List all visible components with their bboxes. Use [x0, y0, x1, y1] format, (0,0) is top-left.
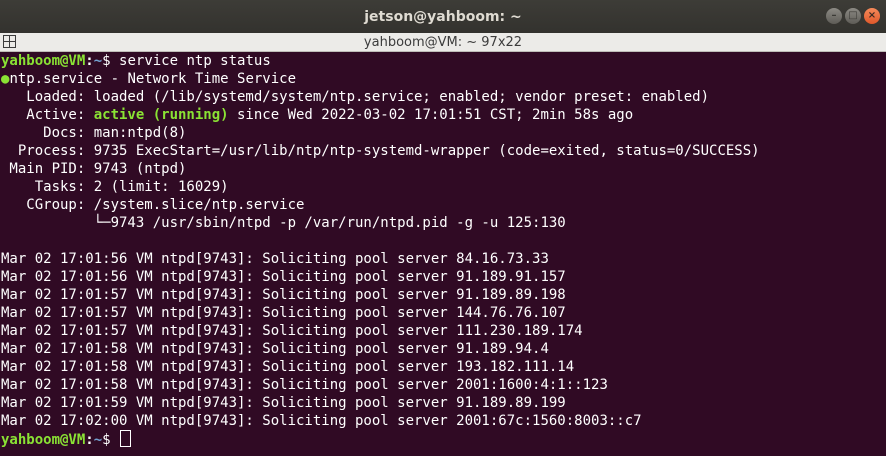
prompt-separator: : [85, 432, 94, 448]
log-line: Mar 02 17:01:58 VM ntpd[9743]: Solicitin… [1, 359, 575, 375]
log-line: Mar 02 17:01:57 VM ntpd[9743]: Solicitin… [1, 323, 583, 339]
window-title: jetson@yahboom: ~ [364, 8, 522, 25]
log-line: Mar 02 17:01:57 VM ntpd[9743]: Solicitin… [1, 305, 566, 321]
prompt-user: yahboom@VM [1, 53, 86, 69]
command-line: yahboom@VM:~$ service ntp status [1, 52, 271, 70]
title-bar[interactable]: jetson@yahboom: ~ – □ × [0, 0, 886, 33]
log-line: Mar 02 17:01:59 VM ntpd[9743]: Solicitin… [1, 395, 566, 411]
active-state: active (running) [93, 107, 229, 123]
prompt-symbol: $ [102, 432, 120, 448]
terminal-tab-icon[interactable] [3, 35, 16, 48]
main-pid-line: Main PID: 9743 (ntpd) [1, 161, 187, 177]
prompt-symbol: $ [102, 53, 120, 69]
prompt-line[interactable]: yahboom@VM:~$ [1, 430, 132, 448]
cgroup-line: CGroup: /system.slice/ntp.service [1, 197, 305, 213]
prompt-separator: : [85, 53, 94, 69]
process-line: Process: 9735 ExecStart=/usr/lib/ntp/ntp… [1, 143, 760, 159]
prompt-path: ~ [93, 432, 103, 448]
command-text: service ntp status [119, 53, 271, 69]
log-line: Mar 02 17:01:57 VM ntpd[9743]: Solicitin… [1, 287, 566, 303]
prompt-user: yahboom@VM [1, 432, 86, 448]
terminal-window: jetson@yahboom: ~ – □ × yahboom@VM: ~ 97… [0, 0, 886, 456]
log-line: Mar 02 17:01:58 VM ntpd[9743]: Solicitin… [1, 341, 549, 357]
active-label: Active: [1, 107, 94, 123]
log-line: Mar 02 17:01:56 VM ntpd[9743]: Solicitin… [1, 269, 566, 285]
log-line: Mar 02 17:02:00 VM ntpd[9743]: Solicitin… [1, 413, 642, 429]
service-header-line: ●ntp.service - Network Time Service [1, 70, 296, 88]
tab-title: yahboom@VM: ~ 97x22 [363, 34, 523, 50]
docs-line: Docs: man:ntpd(8) [1, 125, 187, 141]
loaded-line: Loaded: loaded (/lib/systemd/system/ntp.… [1, 89, 710, 105]
log-line: Mar 02 17:01:56 VM ntpd[9743]: Solicitin… [1, 251, 549, 267]
close-button[interactable]: × [864, 8, 880, 24]
tasks-line: Tasks: 2 (limit: 16029) [1, 179, 229, 195]
minimize-button[interactable]: – [826, 8, 842, 24]
active-line: Active: active (running) since Wed 2022-… [1, 106, 633, 124]
tab-bar: yahboom@VM: ~ 97x22 [0, 33, 886, 52]
window-controls: – □ × [826, 8, 880, 24]
cgroup-child-line: └─9743 /usr/sbin/ntpd -p /var/run/ntpd.p… [1, 215, 566, 231]
log-line: Mar 02 17:01:58 VM ntpd[9743]: Solicitin… [1, 377, 608, 393]
terminal-output[interactable]: yahboom@VM:~$ service ntp status ●ntp.se… [0, 52, 886, 456]
maximize-button[interactable]: □ [845, 8, 861, 24]
active-since: since Wed 2022-03-02 17:01:51 CST; 2min … [228, 107, 634, 123]
prompt-path: ~ [93, 53, 103, 69]
service-header: ntp.service - Network Time Service [9, 71, 297, 87]
text-cursor [120, 430, 132, 447]
